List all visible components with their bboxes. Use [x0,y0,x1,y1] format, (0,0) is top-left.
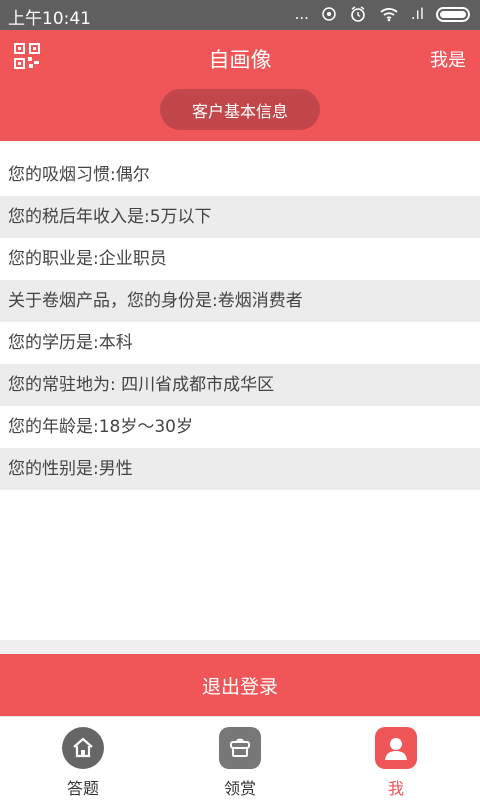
bottom-tab-bar: 答题 领赏 我 [0,716,480,800]
tab-answer-label: 答题 [66,779,99,798]
list-item: 您的税后年收入是:5万以下 [0,196,480,238]
tab-me[interactable]: 我 [336,727,456,799]
list-item: 您的学历是:本科 [8,333,133,353]
battery-icon [436,6,470,22]
list-item: 您的年龄是:18岁～30岁 [8,417,193,437]
alarm-icon [351,6,365,22]
header-right-link[interactable]: 我是 [430,46,466,72]
list-item: 您的常驻地为: 四川省成都市成华区 [0,364,480,406]
info-list: 您的吸烟习惯:偶尔 您的税后年收入是:5万以下 您的职业是:企业职员 关于卷烟产… [0,154,480,490]
tab-answer[interactable]: 答题 [23,727,143,799]
list-item: 您的吸烟习惯:偶尔 [8,165,150,185]
app-header: 自画像 我是 客户基本信息 [0,30,480,141]
tab-reward-label: 领赏 [223,779,256,798]
list-item: 您的职业是:企业职员 [8,249,167,269]
wifi-icon [380,8,398,22]
divider [0,640,480,654]
tab-me-label: 我 [387,779,404,798]
list-item: 关于卷烟产品，您的身份是:卷烟消费者 [0,280,480,322]
tab-reward[interactable]: 领赏 [180,727,300,799]
status-icons: ... .ıl [295,5,470,23]
status-bar: 上午10:41 ... .ıl [0,0,480,30]
gift-box-icon [219,727,261,769]
vpn-icon [322,7,336,21]
logout-button[interactable]: 退出登录 [0,654,480,716]
status-time: 上午10:41 [8,9,91,29]
signal-icon: .ıl [410,5,424,23]
home-icon [62,727,104,769]
list-item: 您的性别是:男性 [0,448,480,490]
page-title: 自画像 [208,48,272,72]
customer-info-tab[interactable]: 客户基本信息 [160,89,320,130]
more-dots: ... [294,5,309,23]
user-icon [375,727,417,769]
